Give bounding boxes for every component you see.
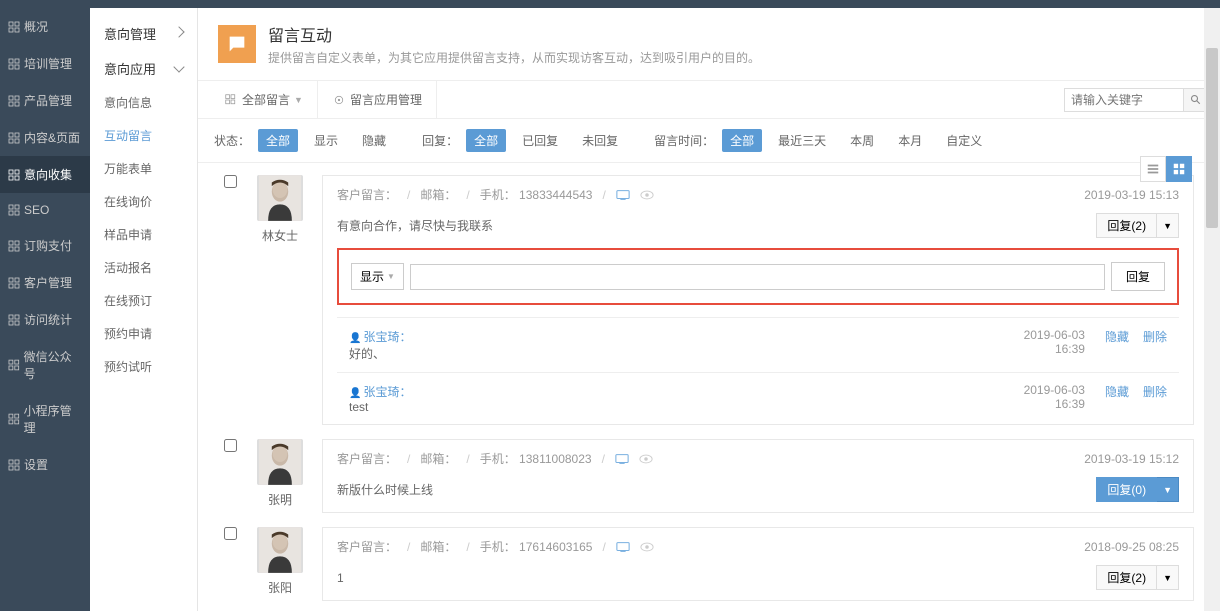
reply-dropdown-button[interactable]: ▼ xyxy=(1157,565,1179,590)
message-time: 2018-09-25 08:25 xyxy=(1084,540,1179,554)
page-desc: 提供留言自定义表单，为其它应用提供留言支持，从而实现访客互动，达到吸引用户的目的… xyxy=(268,49,760,66)
message-checkbox[interactable] xyxy=(224,175,237,188)
reply-hide-link[interactable]: 隐藏 xyxy=(1105,328,1129,345)
leftnav-wechat[interactable]: 微信公众号 xyxy=(0,338,90,392)
filter-status-option[interactable]: 隐藏 xyxy=(354,129,394,152)
reply-dropdown-button[interactable]: ▼ xyxy=(1157,477,1179,502)
tab-all-messages[interactable]: 全部留言 ▼ xyxy=(210,81,318,118)
message-card: 林女士客户留言：/邮箱：/手机： 13833444543/2019-03-19 … xyxy=(224,175,1194,425)
device-icon xyxy=(616,541,630,553)
eye-icon xyxy=(640,541,654,553)
message-checkbox[interactable] xyxy=(224,527,237,540)
reply-dropdown-button[interactable]: ▼ xyxy=(1157,213,1179,238)
avatar-name: 林女士 xyxy=(252,227,308,244)
message-text: 新版什么时候上线 xyxy=(337,481,433,498)
reply-time: 2019-06-03 16:39 xyxy=(995,383,1085,411)
message-checkbox[interactable] xyxy=(224,439,237,452)
leftnav-product[interactable]: 产品管理 xyxy=(0,82,90,119)
message-module-icon xyxy=(218,25,256,63)
reply-user: 张宝琦： xyxy=(349,383,995,400)
message-card: 张阳客户留言：/邮箱：/手机： 17614603165/2018-09-25 0… xyxy=(224,527,1194,601)
subnav-item[interactable]: 互动留言 xyxy=(90,119,197,152)
reply-user: 张宝琦： xyxy=(349,328,995,345)
subnav-item[interactable]: 在线预订 xyxy=(90,284,197,317)
filter-reply-option[interactable]: 已回复 xyxy=(514,129,566,152)
device-icon xyxy=(615,453,629,465)
leftnav-settings[interactable]: 设置 xyxy=(0,446,90,483)
filter-time-option[interactable]: 全部 xyxy=(722,129,762,152)
leftnav-stats[interactable]: 访问统计 xyxy=(0,301,90,338)
view-grid-button[interactable] xyxy=(1166,156,1192,182)
eye-icon xyxy=(640,189,654,201)
leftnav-customer[interactable]: 客户管理 xyxy=(0,264,90,301)
subnav-item[interactable]: 样品申请 xyxy=(90,218,197,251)
reply-text: test xyxy=(349,400,995,414)
filter-reply-option[interactable]: 全部 xyxy=(466,129,506,152)
leftnav-seo[interactable]: SEO xyxy=(0,193,90,227)
leftnav-order[interactable]: 订购支付 xyxy=(0,227,90,264)
reply-compose-box: 显示 ▼ 回复 xyxy=(337,248,1179,305)
device-icon xyxy=(616,189,630,201)
page-title: 留言互动 xyxy=(268,22,760,46)
message-time: 2019-03-19 15:12 xyxy=(1084,452,1179,466)
reply-delete-link[interactable]: 删除 xyxy=(1143,383,1167,400)
search-input[interactable] xyxy=(1064,88,1184,112)
sub-nav: 意向管理意向应用 意向信息互动留言万能表单在线询价样品申请活动报名在线预订预约申… xyxy=(90,8,198,611)
message-card: 张明客户留言：/邮箱：/手机： 13811008023/2019-03-19 1… xyxy=(224,439,1194,513)
reply-count-button[interactable]: 回复(0) xyxy=(1096,477,1157,502)
subnav-item[interactable]: 万能表单 xyxy=(90,152,197,185)
subnav-item[interactable]: 活动报名 xyxy=(90,251,197,284)
reply-item: 张宝琦：test2019-06-03 16:39 隐藏删除 xyxy=(337,372,1179,424)
reply-input[interactable] xyxy=(410,264,1105,290)
avatar xyxy=(257,527,303,573)
reply-hide-link[interactable]: 隐藏 xyxy=(1105,383,1129,400)
filter-time-option[interactable]: 本周 xyxy=(842,129,882,152)
filter-time-option[interactable]: 本月 xyxy=(890,129,930,152)
subnav-item[interactable]: 在线询价 xyxy=(90,185,197,218)
filter-bar: 状态：全部显示隐藏回复：全部已回复未回复留言时间：全部最近三天本周本月自定义 xyxy=(198,119,1220,163)
subnav-group[interactable]: 意向管理 xyxy=(90,16,197,51)
reply-item: 张宝琦：好的、2019-06-03 16:39 隐藏删除 xyxy=(337,317,1179,372)
avatar xyxy=(257,439,303,485)
reply-text: 好的、 xyxy=(349,345,995,362)
filter-time-option[interactable]: 自定义 xyxy=(938,129,990,152)
eye-icon xyxy=(639,453,653,465)
subnav-item[interactable]: 预约申请 xyxy=(90,317,197,350)
reply-submit-button[interactable]: 回复 xyxy=(1111,262,1165,291)
reply-delete-link[interactable]: 删除 xyxy=(1143,328,1167,345)
view-list-button[interactable] xyxy=(1140,156,1166,182)
filter-status-option[interactable]: 全部 xyxy=(258,129,298,152)
reply-time: 2019-06-03 16:39 xyxy=(995,328,1085,356)
filter-time-option[interactable]: 最近三天 xyxy=(770,129,834,152)
left-nav: 概况培训管理产品管理内容&页面意向收集SEO订购支付客户管理访问统计微信公众号小… xyxy=(0,8,90,611)
subnav-item[interactable]: 意向信息 xyxy=(90,86,197,119)
scrollbar[interactable] xyxy=(1204,8,1220,611)
reply-count-button[interactable]: 回复(2) xyxy=(1096,213,1157,238)
subnav-group[interactable]: 意向应用 xyxy=(90,51,197,86)
tab-app-manage[interactable]: 留言应用管理 xyxy=(318,81,437,118)
message-text: 1 xyxy=(337,571,344,585)
leftnav-collect[interactable]: 意向收集 xyxy=(0,156,90,193)
leftnav-miniapp[interactable]: 小程序管理 xyxy=(0,392,90,446)
avatar-name: 张阳 xyxy=(252,579,308,596)
avatar xyxy=(257,175,303,221)
filter-reply-option[interactable]: 未回复 xyxy=(574,129,626,152)
reply-count-button[interactable]: 回复(2) xyxy=(1096,565,1157,590)
leftnav-overview[interactable]: 概况 xyxy=(0,8,90,45)
leftnav-training[interactable]: 培训管理 xyxy=(0,45,90,82)
leftnav-content[interactable]: 内容&页面 xyxy=(0,119,90,156)
content-area: 留言互动 提供留言自定义表单，为其它应用提供留言支持，从而实现访客互动，达到吸引… xyxy=(198,8,1220,611)
avatar-name: 张明 xyxy=(252,491,308,508)
filter-status-option[interactable]: 显示 xyxy=(306,129,346,152)
message-text: 有意向合作，请尽快与我联系 xyxy=(337,217,493,234)
message-list: 林女士客户留言：/邮箱：/手机： 13833444543/2019-03-19 … xyxy=(198,163,1220,611)
reply-visibility-button[interactable]: 显示 ▼ xyxy=(351,263,404,290)
subnav-item[interactable]: 预约试听 xyxy=(90,350,197,383)
message-time: 2019-03-19 15:13 xyxy=(1084,188,1179,202)
